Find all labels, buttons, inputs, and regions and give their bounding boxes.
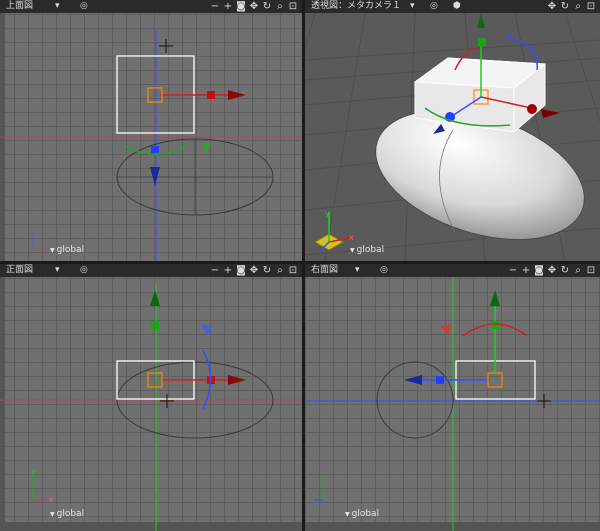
y-arrow bbox=[150, 290, 160, 306]
y-handle bbox=[491, 321, 499, 329]
rotate-icon[interactable]: ↻ bbox=[262, 265, 272, 276]
manipulator-center bbox=[487, 372, 503, 388]
zoom-icon[interactable]: ⌕ bbox=[573, 265, 583, 276]
x-handle bbox=[207, 91, 215, 99]
viewport-divider-horizontal[interactable] bbox=[0, 261, 600, 264]
top-view-coord-system[interactable]: ▼ global bbox=[50, 245, 84, 255]
fit-icon[interactable]: ⊡ bbox=[586, 265, 596, 276]
ellipsoid-outline bbox=[376, 361, 454, 439]
minus-icon[interactable]: − bbox=[508, 265, 518, 276]
minus-icon[interactable]: − bbox=[210, 1, 220, 12]
perspective-title[interactable]: 透視図：メタカメラ１ bbox=[311, 0, 401, 13]
move-icon[interactable]: ✥ bbox=[249, 265, 259, 276]
move-icon[interactable]: ✥ bbox=[249, 1, 259, 12]
fit-icon[interactable]: ⊡ bbox=[288, 265, 298, 276]
plus-icon[interactable]: + bbox=[223, 1, 233, 12]
coord-label: global bbox=[56, 509, 85, 519]
move-icon[interactable]: ✥ bbox=[547, 265, 557, 276]
right-view-coord-system[interactable]: ▼ global bbox=[345, 509, 379, 519]
zoom-icon[interactable]: ⌕ bbox=[275, 265, 285, 276]
top-view-title[interactable]: 上面図 bbox=[6, 0, 33, 13]
z-arrow bbox=[150, 167, 160, 186]
viewport-front[interactable]: y x 正面図 ▾ ◎ − + ◙ ✥ ↻ ⌕ ⊡ ▼ global bbox=[0, 264, 302, 531]
camera-icon[interactable]: ◙ bbox=[236, 265, 246, 276]
svg-text:y: y bbox=[325, 209, 330, 218]
right-view-mode-icon[interactable]: ▾ bbox=[355, 264, 360, 277]
camera-icon[interactable]: ◙ bbox=[236, 1, 246, 12]
svg-text:x: x bbox=[49, 495, 54, 504]
front-view-mode-icon[interactable]: ▾ bbox=[55, 264, 60, 277]
viewport-top[interactable]: 上面図 ▾ ◎ − + ◙ ✥ ↻ ⌕ ⊡ ▼ global bbox=[0, 0, 302, 261]
svg-text:y: y bbox=[31, 467, 36, 476]
x-arrow bbox=[228, 375, 246, 385]
fit-icon[interactable]: ⊡ bbox=[288, 1, 298, 12]
perspective-mode-icon[interactable]: ▾ bbox=[410, 0, 415, 13]
z-arrow bbox=[404, 375, 422, 385]
right-view-header: 右面図 ▾ ◎ − + ◙ ✥ ↻ ⌕ ⊡ bbox=[305, 264, 600, 277]
manipulator-center bbox=[147, 87, 163, 103]
front-view-title[interactable]: 正面図 bbox=[6, 264, 33, 277]
front-view-display-icon[interactable]: ◎ bbox=[80, 264, 88, 277]
cube-icon[interactable]: ⬢ bbox=[453, 0, 461, 13]
front-view-coord-system[interactable]: ▼ global bbox=[50, 509, 84, 519]
y-handle bbox=[151, 321, 159, 329]
dropdown-arrow-icon: ▼ bbox=[50, 247, 55, 254]
y-arrow bbox=[477, 14, 485, 28]
coord-label: global bbox=[351, 509, 380, 519]
move-icon[interactable]: ✥ bbox=[547, 1, 557, 12]
top-view-scene bbox=[0, 13, 302, 261]
x-handle bbox=[527, 104, 537, 114]
y-arrow bbox=[490, 290, 500, 306]
zoom-icon[interactable]: ⌕ bbox=[275, 1, 285, 12]
zoom-icon[interactable]: ⌕ bbox=[573, 1, 583, 12]
coord-label: global bbox=[56, 245, 85, 255]
fit-icon[interactable]: ⊡ bbox=[586, 1, 596, 12]
x-arrow bbox=[228, 90, 246, 100]
x-arrow bbox=[541, 109, 560, 118]
dropdown-arrow-icon: ▼ bbox=[350, 247, 355, 254]
right-view-title[interactable]: 右面図 bbox=[311, 264, 338, 277]
top-view-display-icon[interactable]: ◎ bbox=[80, 0, 88, 13]
z-handle bbox=[151, 146, 159, 154]
camera-icon[interactable]: ◙ bbox=[534, 265, 544, 276]
dropdown-arrow-icon: ▼ bbox=[50, 511, 55, 518]
dropdown-arrow-icon: ▼ bbox=[345, 511, 350, 518]
perspective-header: 透視図：メタカメラ１ ▾ ◎ ⬢ ✥ ↻ ⌕ ⊡ bbox=[305, 0, 600, 13]
front-view-scene: y x bbox=[0, 277, 302, 531]
right-view-scene bbox=[305, 277, 600, 531]
svg-text:x: x bbox=[349, 233, 354, 242]
perspective-coord-system[interactable]: ▼ global bbox=[350, 245, 384, 255]
rotate-icon[interactable]: ↻ bbox=[560, 265, 570, 276]
viewport-perspective[interactable]: y x 透視図：メタカメラ１ ▾ ◎ ⬢ ✥ ↻ ⌕ ⊡ ▼ global bbox=[305, 0, 600, 261]
front-view-header: 正面図 ▾ ◎ − + ◙ ✥ ↻ ⌕ ⊡ bbox=[0, 264, 302, 277]
top-view-header: 上面図 ▾ ◎ − + ◙ ✥ ↻ ⌕ ⊡ bbox=[0, 0, 302, 13]
right-view-display-icon[interactable]: ◎ bbox=[380, 264, 388, 277]
y-handle bbox=[478, 38, 486, 46]
viewport-divider-vertical[interactable] bbox=[302, 0, 305, 531]
plus-icon[interactable]: + bbox=[223, 265, 233, 276]
rotate-icon[interactable]: ↻ bbox=[262, 1, 272, 12]
coord-label: global bbox=[356, 245, 385, 255]
manipulator-center bbox=[147, 372, 163, 388]
perspective-scene: y x bbox=[305, 12, 600, 261]
top-view-mode-icon[interactable]: ▾ bbox=[55, 0, 60, 13]
plus-icon[interactable]: + bbox=[521, 265, 531, 276]
perspective-display-icon[interactable]: ◎ bbox=[430, 0, 438, 13]
viewport-right[interactable]: 右面図 ▾ ◎ − + ◙ ✥ ↻ ⌕ ⊡ ▼ global bbox=[305, 264, 600, 531]
minus-icon[interactable]: − bbox=[210, 265, 220, 276]
z-handle bbox=[436, 376, 444, 384]
rotate-icon[interactable]: ↻ bbox=[560, 1, 570, 12]
